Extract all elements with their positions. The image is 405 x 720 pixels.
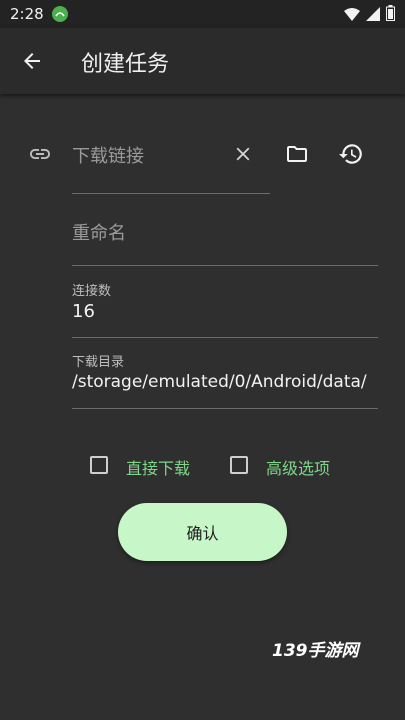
battery-icon: [386, 5, 395, 25]
page-title: 创建任务: [81, 52, 170, 77]
arrow-left-icon[interactable]: [20, 49, 44, 73]
close-icon[interactable]: [230, 141, 256, 167]
rename-input[interactable]: 重命名: [72, 219, 126, 245]
rename-underline: [72, 265, 378, 266]
link-icon: [27, 141, 53, 167]
directory-label: 下载目录: [72, 355, 125, 370]
history-icon[interactable]: [338, 141, 364, 167]
connections-underline: [72, 337, 378, 338]
status-time: 2:28: [10, 5, 44, 23]
advanced-options-checkbox[interactable]: [230, 456, 248, 474]
advanced-options-label[interactable]: 高级选项: [266, 455, 330, 479]
directory-input[interactable]: /storage/emulated/0/Android/data/: [72, 372, 367, 392]
signal-icon: [366, 6, 380, 25]
status-bar: 2:28: [0, 0, 405, 28]
connections-input[interactable]: 16: [72, 301, 95, 322]
confirm-button[interactable]: 确认: [118, 503, 287, 561]
direct-download-label[interactable]: 直接下载: [126, 455, 190, 479]
watermark-logo: 139手游网: [272, 641, 359, 661]
wifi-icon: [344, 6, 360, 25]
direct-download-checkbox[interactable]: [90, 456, 108, 474]
connections-label: 连接数: [72, 284, 112, 299]
directory-underline: [72, 408, 378, 409]
url-input[interactable]: 下载链接: [72, 142, 144, 168]
folder-icon[interactable]: [284, 141, 310, 167]
app-bar: 创建任务: [0, 28, 405, 94]
notification-icon: [51, 6, 68, 22]
url-underline: [72, 193, 270, 194]
